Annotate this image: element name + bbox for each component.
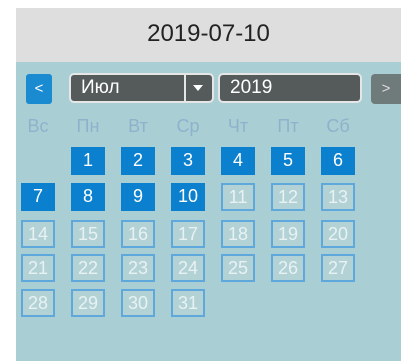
day-cell[interactable]: 9 (121, 183, 155, 211)
day-cell[interactable]: 10 (171, 183, 205, 211)
day-cell[interactable]: 5 (271, 147, 305, 175)
day-cell: 26 (271, 254, 305, 282)
day-cell: 22 (71, 254, 105, 282)
date-picker: 2019-07-10 < Июл 2019 > Вс Пн Вт Ср Чт Пт Сб 1… (16, 8, 401, 361)
day-cell: 16 (121, 220, 155, 248)
day-cell: 18 (221, 220, 255, 248)
prev-month-button[interactable]: < (26, 74, 52, 104)
day-cell: 28 (21, 289, 55, 317)
day-cell: 13 (321, 183, 355, 211)
weekday-label: Вт (128, 116, 148, 136)
year-input[interactable]: 2019 (218, 73, 362, 103)
weekday-label: Чт (227, 116, 249, 136)
day-cell[interactable]: 7 (21, 183, 55, 211)
weekday-label: Ср (176, 116, 200, 136)
day-cell: 24 (171, 254, 205, 282)
day-cell: 31 (171, 289, 205, 317)
day-cell: 29 (71, 289, 105, 317)
day-cell[interactable]: 1 (71, 147, 105, 175)
month-select-value: Июл (81, 77, 120, 98)
day-cell: 12 (271, 183, 305, 211)
next-month-button[interactable]: > (371, 74, 401, 104)
day-cell: 27 (321, 254, 355, 282)
weekday-label: Вс (27, 116, 49, 136)
day-cell: 21 (21, 254, 55, 282)
day-cell[interactable]: 8 (71, 183, 105, 211)
calendar-header: 2019-07-10 (16, 8, 401, 62)
day-cell[interactable]: 6 (321, 147, 355, 175)
day-cell[interactable]: 3 (171, 147, 205, 175)
weekday-label: Пт (277, 116, 299, 136)
year-input-value: 2019 (230, 77, 273, 98)
day-cell: 14 (21, 220, 55, 248)
chevron-down-icon (193, 85, 203, 91)
day-cell: 25 (221, 254, 255, 282)
day-cell: 17 (171, 220, 205, 248)
day-cell: 20 (321, 220, 355, 248)
day-cell: 19 (271, 220, 305, 248)
weekday-label: Пн (76, 116, 100, 136)
chevron-left-icon: < (34, 80, 44, 97)
selected-date-title: 2019-07-10 (147, 20, 270, 47)
weekday-label: Сб (326, 116, 350, 136)
day-cell[interactable]: 4 (221, 147, 255, 175)
month-dropdown-toggle[interactable] (184, 75, 212, 101)
day-cell: 15 (71, 220, 105, 248)
day-cell: 30 (121, 289, 155, 317)
day-cell[interactable]: 2 (121, 147, 155, 175)
day-cell: 11 (221, 183, 255, 211)
month-select[interactable]: Июл (69, 73, 214, 103)
chevron-right-icon: > (381, 80, 391, 97)
day-cell: 23 (121, 254, 155, 282)
